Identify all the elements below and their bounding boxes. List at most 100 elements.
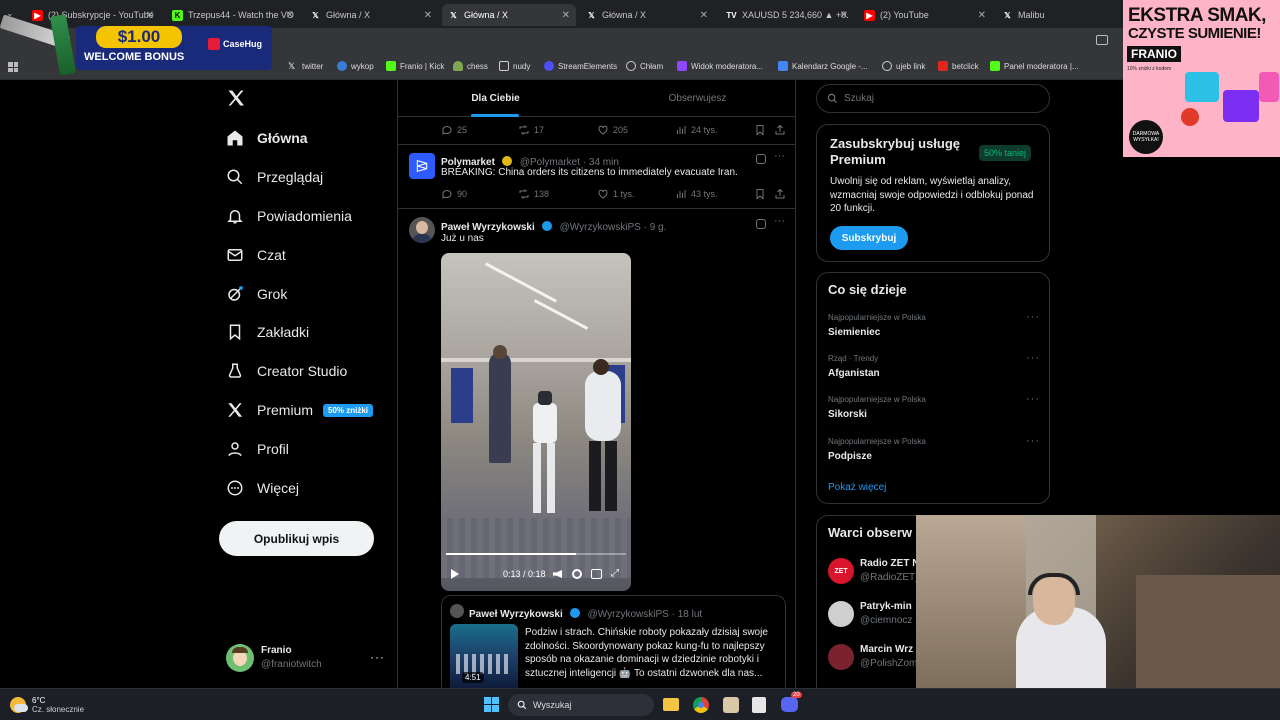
quoted-tweet[interactable]: Paweł Wyrzykowski @WyrzykowskiPS · 18 lu…	[441, 595, 786, 695]
nav-notifications[interactable]: Powiadomienia	[226, 207, 352, 225]
bookmark-ujeb-link[interactable]: ujeb link	[882, 61, 925, 71]
tab-for-you[interactable]: Dla Ciebie	[398, 80, 593, 117]
more-icon[interactable]: ···	[1026, 352, 1040, 364]
nav-premium[interactable]: Premium 50% zniżki	[226, 401, 374, 419]
show-more-link[interactable]: Pokaż więcej	[828, 482, 886, 493]
close-icon[interactable]: ✕	[286, 10, 294, 21]
more-icon[interactable]: ···	[774, 150, 785, 162]
browser-tab[interactable]: 𝕏 Malibu	[996, 4, 1120, 26]
tweet-author-name[interactable]: Paweł Wyrzykowski	[441, 222, 535, 233]
weather-widget[interactable]: 6°C Cz. słonecznie	[10, 693, 84, 717]
close-icon[interactable]: ✕	[978, 10, 986, 21]
windows-start-icon[interactable]	[484, 697, 499, 712]
chrome-icon[interactable]	[693, 697, 709, 713]
file-explorer-icon[interactable]	[663, 698, 679, 711]
views-button[interactable]: 24 tys.	[675, 124, 718, 136]
repost-button[interactable]: 17	[518, 124, 544, 136]
avatar	[226, 644, 254, 672]
trend-item[interactable]: Najpopularniejsze w Polska Sikorski ···	[828, 393, 1040, 420]
repost-icon	[519, 189, 529, 199]
like-button[interactable]: 1 tys.	[597, 188, 635, 200]
bookmark-wykop[interactable]: wykop	[337, 61, 374, 71]
bookmark-chess[interactable]: chess	[453, 61, 488, 71]
discord-icon[interactable]: 20	[781, 692, 802, 712]
nav-home[interactable]: Główna	[226, 129, 308, 147]
trend-item[interactable]: Najpopularniejsze w Polska Siemieniec ··…	[828, 311, 1040, 338]
like-button[interactable]: 205	[597, 124, 628, 136]
account-handle: @franiotwitch	[261, 659, 322, 670]
nav-bookmarks[interactable]: Zakładki	[226, 323, 309, 341]
account-switcher[interactable]: Franio @franiotwitch ···	[226, 642, 386, 676]
nav-creator-studio[interactable]: Creator Studio	[226, 362, 347, 380]
bookmark-folder-nudy[interactable]: nudy	[499, 61, 530, 71]
search-icon	[227, 169, 243, 185]
tab-title: (2) YouTube	[880, 10, 929, 20]
post-button[interactable]: Opublikuj wpis	[219, 521, 374, 556]
more-icon[interactable]: ···	[370, 650, 385, 664]
repost-button[interactable]: 138	[518, 188, 549, 200]
quoted-author-handle: @WyrzykowskiPS · 18 lut	[587, 609, 703, 620]
close-icon[interactable]: ✕	[562, 10, 570, 21]
nav-explore[interactable]: Przeglądaj	[226, 168, 323, 186]
bookmark-twitter[interactable]: 𝕏twitter	[288, 61, 323, 71]
bookmark-button[interactable]	[754, 124, 770, 136]
x-logo-icon[interactable]	[226, 88, 248, 110]
app-icon[interactable]	[723, 697, 739, 713]
reply-button[interactable]: 25	[441, 124, 467, 136]
settings-gear-icon[interactable]	[572, 569, 582, 579]
play-icon[interactable]	[451, 569, 459, 579]
search-box[interactable]	[816, 84, 1050, 113]
app-icon[interactable]	[752, 697, 766, 713]
tweet[interactable]: Polymarket @Polymarket · 34 min ··· BREA…	[398, 145, 795, 209]
more-icon[interactable]: ···	[1026, 435, 1040, 447]
bookmark-google-calendar[interactable]: Kalendarz Google -...	[778, 61, 868, 71]
x-icon: 𝕏	[288, 61, 296, 71]
close-icon[interactable]: ✕	[424, 10, 432, 21]
search-input[interactable]	[844, 93, 1024, 104]
taskbar-search[interactable]: Wyszukaj	[508, 694, 654, 716]
grok-analyze-icon[interactable]	[756, 219, 766, 229]
trend-item[interactable]: Rząd · Trendy Afganistan ···	[828, 352, 1040, 379]
browser-tab[interactable]: TV XAUUSD 5 234,660 ▲ +0. ✕	[720, 4, 854, 26]
browser-tab[interactable]: ▶ (2) YouTube ✕	[858, 4, 992, 26]
grok-analyze-icon[interactable]	[756, 154, 766, 164]
nav-grok[interactable]: Grok	[226, 285, 287, 303]
browser-tab[interactable]: 𝕏 Główna / X ✕	[304, 4, 438, 26]
trend-name: Afganistan	[828, 368, 880, 379]
subscribe-button[interactable]: Subskrybuj	[830, 226, 908, 250]
trend-item[interactable]: Najpopularniejsze w Polska Podpisze ···	[828, 435, 1040, 462]
bookmark-moderator-panel[interactable]: Panel moderatora |...	[990, 61, 1079, 71]
trends-card: Co się dzieje Najpopularniejsze w Polska…	[816, 272, 1050, 504]
fullscreen-icon[interactable]: ⤢	[611, 568, 622, 579]
bookmark-streamelements[interactable]: StreamElements	[544, 61, 617, 71]
nav-profile[interactable]: Profil	[226, 440, 289, 458]
picture-in-picture-icon[interactable]	[591, 569, 602, 579]
suggestion-name: Radio ZET N	[860, 558, 920, 569]
person-icon	[228, 442, 242, 457]
bookmark-chlam[interactable]: Chłam	[626, 61, 663, 71]
close-icon[interactable]: ✕	[700, 10, 708, 21]
video-player[interactable]: 0:13 / 0:18 ⤢	[441, 253, 631, 591]
share-button[interactable]	[774, 188, 790, 200]
browser-tab[interactable]: 𝕏 Główna / X ✕	[580, 4, 714, 26]
more-icon[interactable]: ···	[774, 215, 785, 227]
share-button[interactable]	[774, 124, 790, 136]
nav-chat[interactable]: Czat	[226, 246, 286, 264]
bookmark-button[interactable]	[754, 188, 770, 200]
quoted-video-thumbnail[interactable]: 4:51	[450, 624, 518, 694]
bookmark-betclick[interactable]: betclick	[938, 61, 979, 71]
bookmark-kick[interactable]: Franio | Kick	[386, 61, 444, 71]
more-icon[interactable]: ···	[1026, 311, 1040, 323]
tweet[interactable]: Paweł Wyrzykowski @WyrzykowskiPS · 9 g. …	[398, 209, 795, 720]
video-progress-track[interactable]	[446, 553, 626, 555]
more-icon[interactable]: ···	[1026, 393, 1040, 405]
nav-more[interactable]: Więcej	[226, 479, 299, 497]
browser-tab-active[interactable]: 𝕏 Główna / X ✕	[442, 4, 576, 26]
reply-button[interactable]: 90	[441, 188, 467, 200]
tab-following[interactable]: Obserwujesz	[598, 80, 795, 117]
x-icon: 𝕏	[588, 10, 595, 20]
bookmark-moderator-view[interactable]: Widok moderatora...	[677, 61, 763, 71]
views-button[interactable]: 43 tys.	[675, 188, 718, 200]
close-icon[interactable]: ✕	[840, 10, 848, 21]
download-icon[interactable]	[1096, 35, 1108, 45]
